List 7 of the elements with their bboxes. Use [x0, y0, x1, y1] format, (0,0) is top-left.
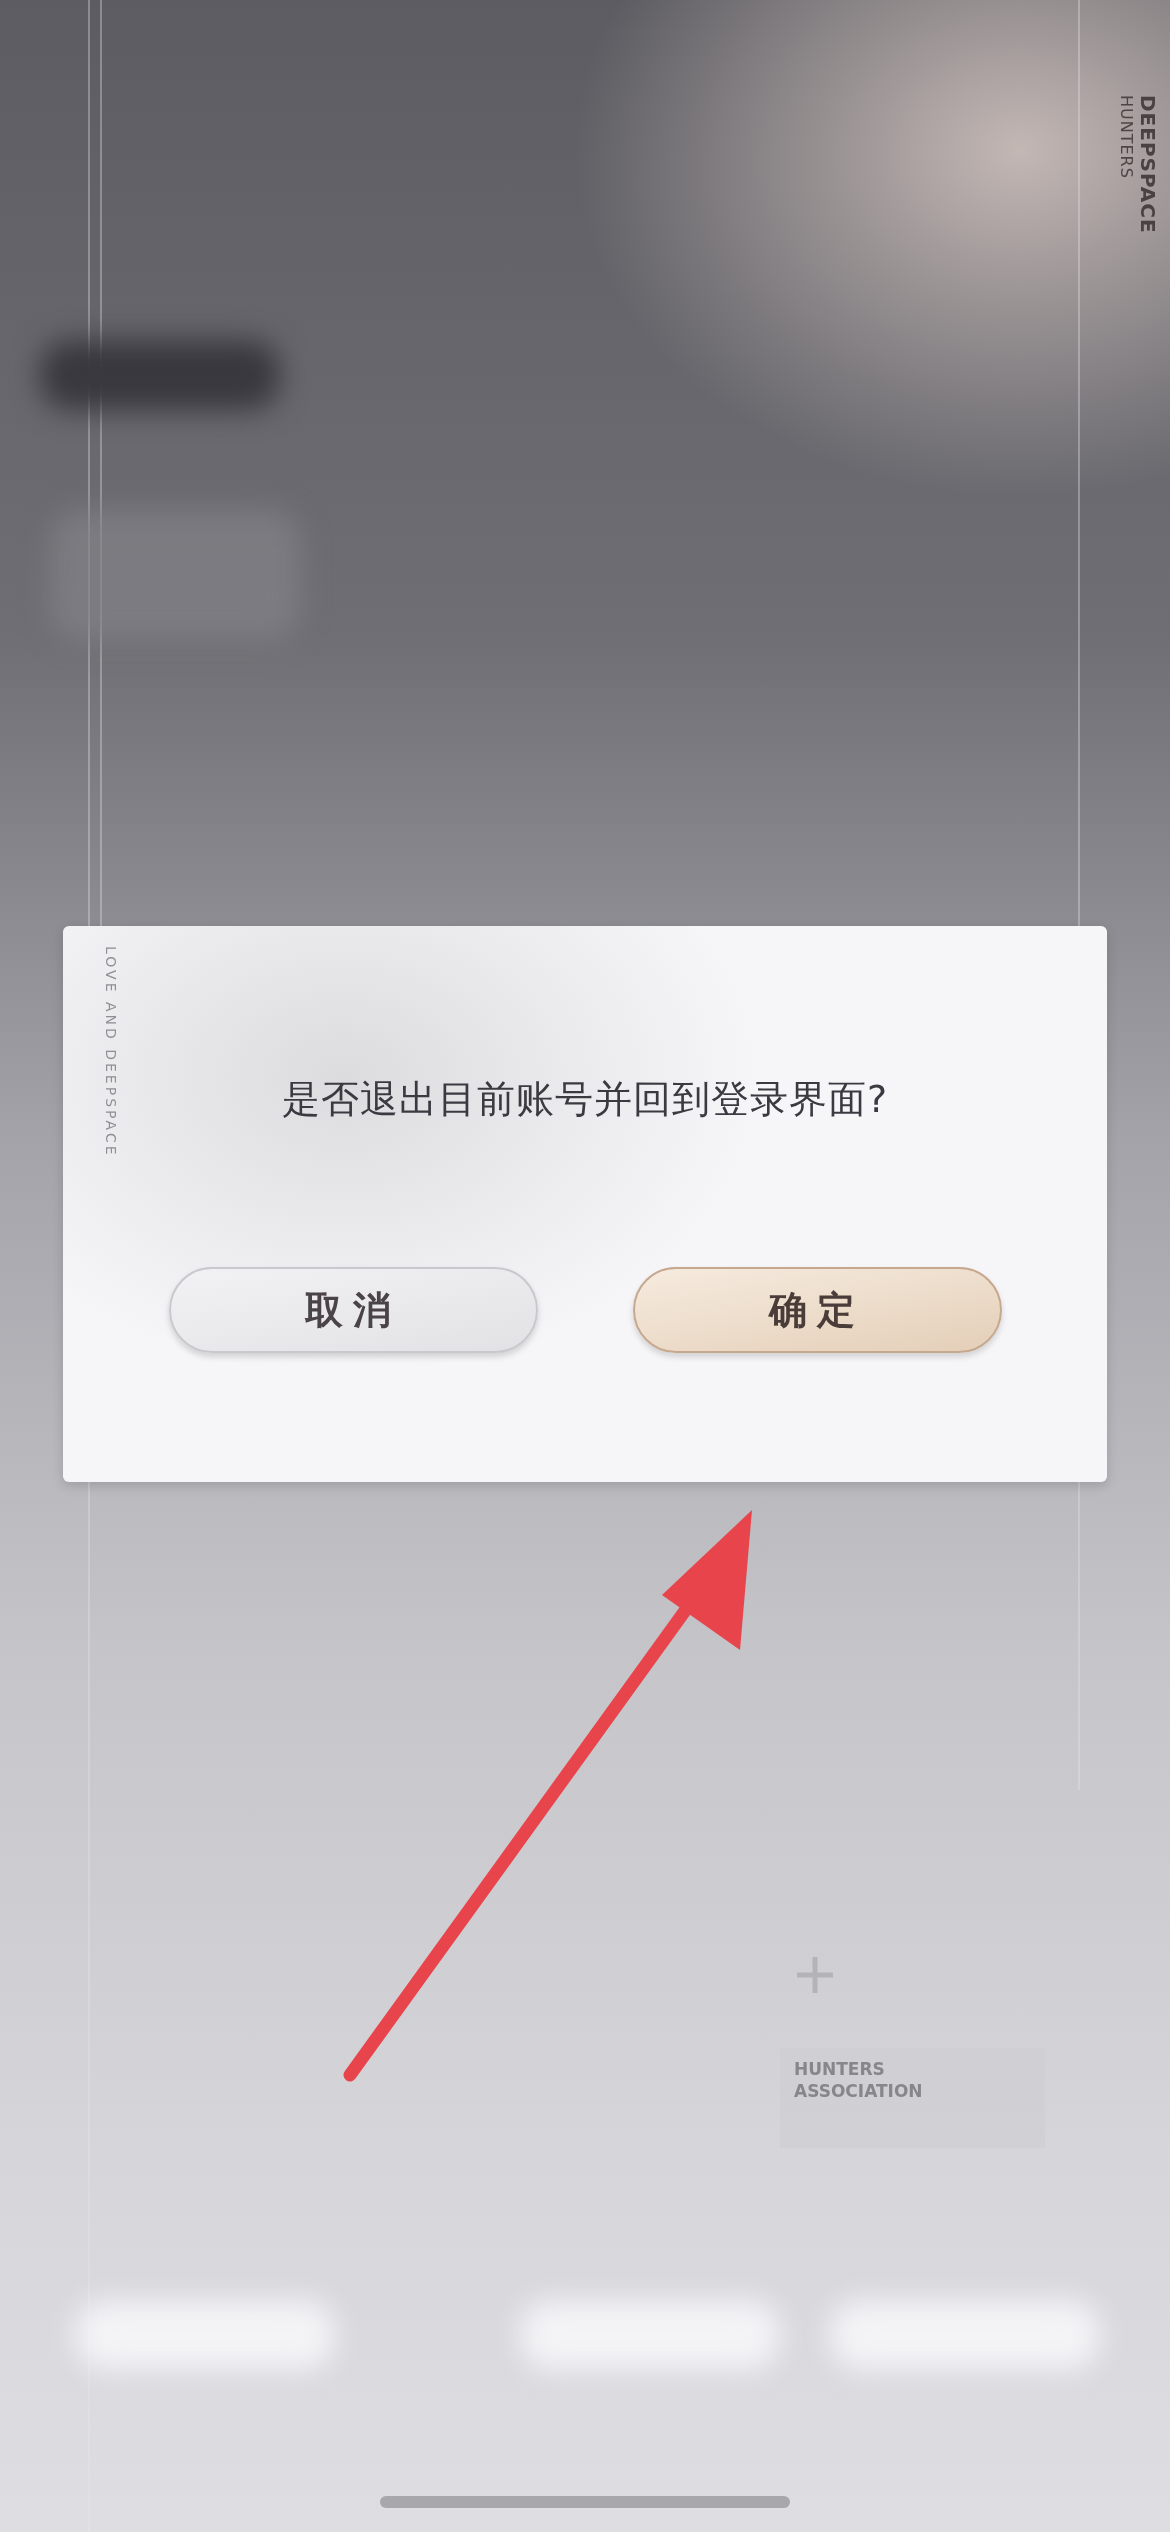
card-title: HUNTERS ASSOCIATION [794, 2058, 924, 2103]
dialog-message: 是否退出目前账号并回到登录界面? [281, 1076, 889, 1123]
brand-subtitle: HUNTERS [1117, 95, 1136, 181]
side-label: LOVE AND DEEPSPACE [103, 946, 119, 1158]
cancel-button[interactable]: 取消 [168, 1267, 538, 1353]
brand-title: DEEPSPACE [1136, 95, 1160, 234]
confirm-button[interactable]: 确定 [632, 1267, 1002, 1353]
